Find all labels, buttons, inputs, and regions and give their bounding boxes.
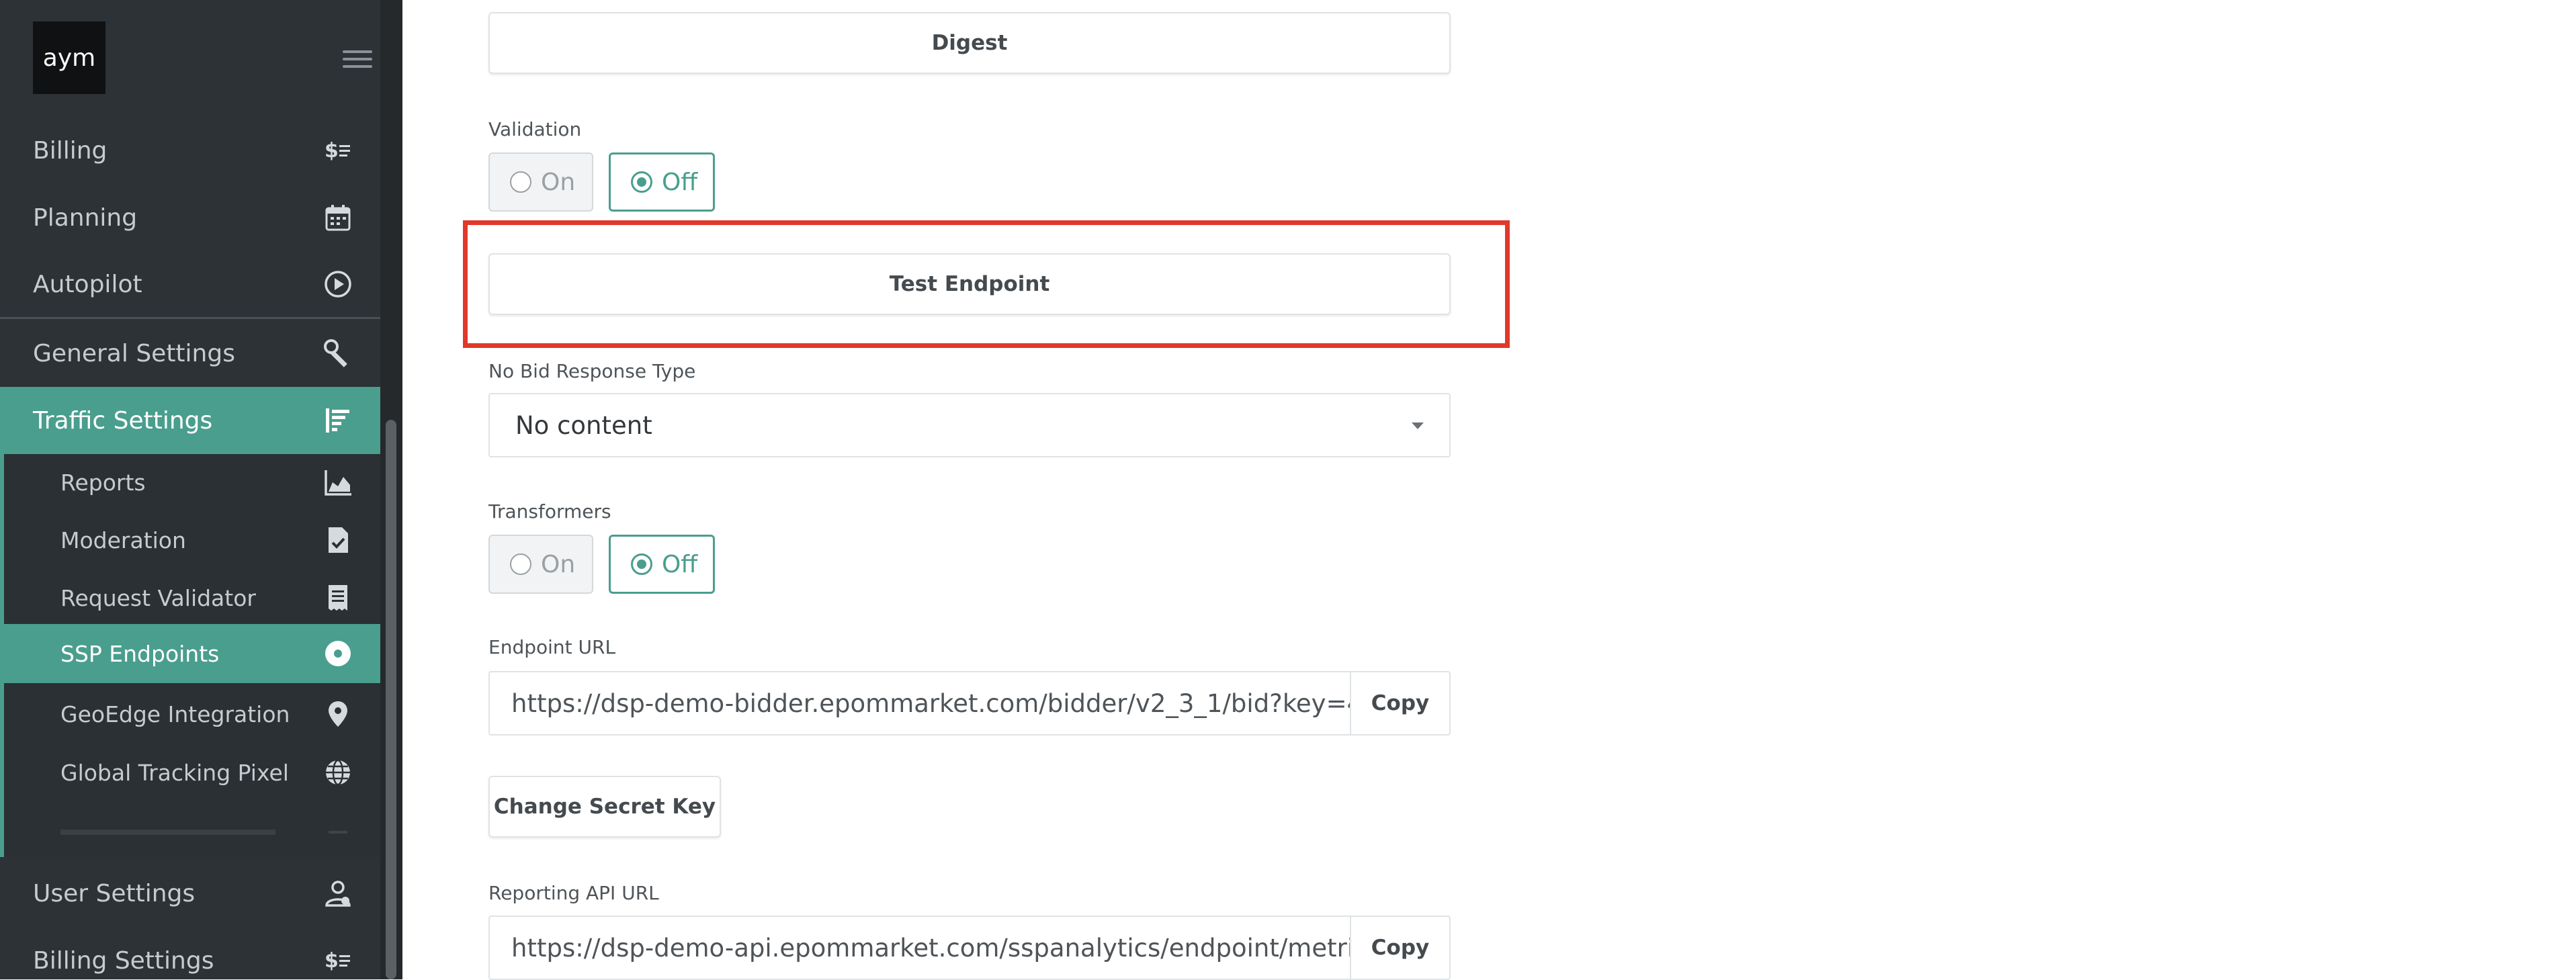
sidebar: aym Billing $ Planning Autopilot General… — [0, 0, 402, 979]
radio-checked-icon — [631, 171, 652, 193]
sidebar-item-faded-bar — [60, 830, 275, 835]
sidebar-item-reports[interactable]: Reports — [0, 449, 380, 515]
area-chart-icon — [323, 467, 353, 498]
target-icon — [323, 638, 353, 669]
endpoint-url-field[interactable]: https://dsp-demo-bidder.epommarket.com/b… — [488, 671, 1350, 736]
sidebar-item-moderation[interactable]: Moderation — [0, 507, 380, 573]
validation-on-option[interactable]: On — [488, 152, 593, 212]
billing-icon: $ — [323, 135, 353, 166]
sidebar-item-label: General Settings — [33, 339, 235, 367]
transformers-label: Transformers — [488, 500, 611, 523]
reporting-api-url-label: Reporting API URL — [488, 882, 659, 904]
sidebar-item-request-validator[interactable]: Request Validator — [0, 565, 380, 631]
digest-button-label: Digest — [931, 31, 1008, 55]
change-secret-key-label: Change Secret Key — [493, 795, 716, 819]
transformers-off-label: Off — [662, 550, 698, 578]
reporting-api-url-field[interactable]: https://dsp-demo-api.epommarket.com/sspa… — [488, 916, 1350, 980]
sidebar-item-label: GeoEdge Integration — [60, 701, 290, 727]
sidebar-item-general-settings[interactable]: General Settings — [0, 320, 380, 387]
validation-label: Validation — [488, 118, 582, 140]
sidebar-item-autopilot[interactable]: Autopilot — [0, 251, 380, 318]
change-secret-key-button[interactable]: Change Secret Key — [488, 776, 721, 838]
radio-unchecked-icon — [510, 553, 531, 575]
globe-icon — [323, 757, 353, 788]
sidebar-item-label: Planning — [33, 204, 138, 232]
logo[interactable]: aym — [33, 21, 105, 94]
copy-endpoint-url-button[interactable]: Copy — [1350, 671, 1451, 736]
validation-off-option[interactable]: Off — [609, 152, 715, 212]
sidebar-item-label: Request Validator — [60, 584, 256, 611]
sidebar-item-faded — [0, 799, 380, 865]
sidebar-item-label: Billing Settings — [33, 946, 214, 975]
copy-button-label: Copy — [1371, 936, 1430, 960]
no-bid-response-type-select[interactable]: No content — [488, 393, 1451, 457]
traffic-settings-icon — [323, 405, 353, 436]
transformers-off-option[interactable]: Off — [609, 535, 715, 594]
sidebar-item-ssp-endpoints[interactable]: SSP Endpoints — [0, 624, 380, 683]
faded-icon — [323, 817, 353, 848]
endpoint-url-value: https://dsp-demo-bidder.epommarket.com/b… — [511, 688, 1350, 718]
play-circle-icon — [323, 269, 353, 300]
copy-reporting-api-url-button[interactable]: Copy — [1350, 916, 1451, 980]
transformers-on-option[interactable]: On — [488, 535, 593, 594]
sidebar-item-planning[interactable]: Planning — [0, 184, 380, 251]
svg-text:$: $ — [325, 139, 339, 163]
test-endpoint-button-label: Test Endpoint — [889, 272, 1050, 296]
wrench-icon — [323, 338, 353, 369]
transformers-on-label: On — [541, 550, 576, 578]
sidebar-item-label: Global Tracking Pixel — [60, 759, 289, 786]
validation-on-label: On — [541, 168, 576, 196]
sidebar-item-label: SSP Endpoints — [60, 640, 220, 667]
radio-checked-icon — [631, 553, 652, 575]
map-pin-icon — [323, 699, 353, 729]
radio-unchecked-icon — [510, 171, 531, 193]
test-endpoint-button[interactable]: Test Endpoint — [488, 253, 1451, 315]
sidebar-item-billing-settings[interactable]: Billing Settings $ — [0, 927, 380, 979]
reporting-api-url-value: https://dsp-demo-api.epommarket.com/sspa… — [511, 933, 1350, 963]
sidebar-item-label: Reports — [60, 469, 146, 496]
sidebar-item-billing[interactable]: Billing $ — [0, 117, 380, 184]
calendar-icon — [323, 202, 353, 233]
sidebar-scrollbar-thumb[interactable] — [386, 420, 396, 979]
svg-text:$: $ — [325, 949, 339, 973]
sidebar-item-label: Traffic Settings — [33, 406, 213, 435]
logo-text: aym — [42, 44, 96, 72]
sidebar-item-geoedge-integration[interactable]: GeoEdge Integration — [0, 681, 380, 747]
sidebar-item-label: Autopilot — [33, 270, 142, 298]
endpoint-url-label: Endpoint URL — [488, 636, 616, 658]
sidebar-divider — [0, 317, 380, 319]
hamburger-menu-icon[interactable] — [343, 50, 372, 68]
digest-button[interactable]: Digest — [488, 12, 1451, 74]
sidebar-item-label: Billing — [33, 136, 108, 165]
sidebar-item-label: User Settings — [33, 879, 196, 907]
sidebar-item-traffic-settings[interactable]: Traffic Settings — [0, 387, 380, 454]
no-bid-response-type-label: No Bid Response Type — [488, 360, 696, 382]
moderation-icon — [323, 525, 353, 555]
sidebar-item-global-tracking-pixel[interactable]: Global Tracking Pixel — [0, 740, 380, 805]
user-settings-icon — [323, 878, 353, 909]
copy-button-label: Copy — [1371, 691, 1430, 715]
no-bid-response-type-value: No content — [515, 410, 652, 440]
chevron-down-icon — [1412, 422, 1424, 429]
sidebar-item-label: Moderation — [60, 527, 186, 553]
receipt-icon — [323, 582, 353, 613]
validation-off-label: Off — [662, 168, 698, 196]
sidebar-item-user-settings[interactable]: User Settings — [0, 860, 380, 927]
billing-icon: $ — [323, 945, 353, 976]
